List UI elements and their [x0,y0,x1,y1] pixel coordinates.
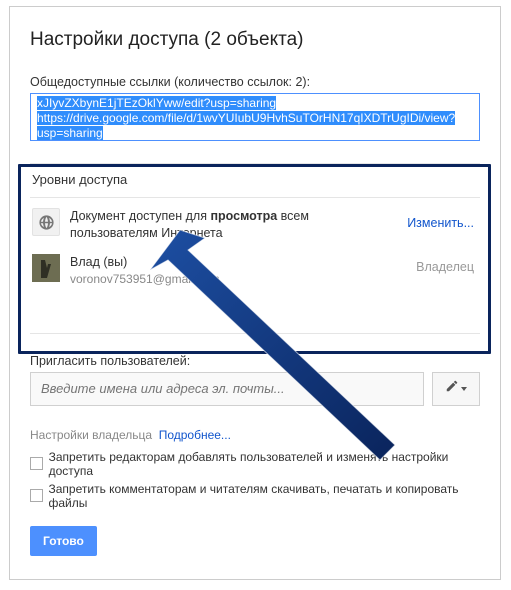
chevron-down-icon [461,387,467,391]
access-row-owner: Влад (вы) voronov753951@gmail.com Владел… [30,252,480,297]
owner-email: voronov753951@gmail.com [70,271,406,287]
checkbox-icon [30,457,43,470]
access-row-public-text: Документ доступен для просмотра всем пол… [70,208,397,242]
checkbox-icon [30,489,43,502]
avatar [32,254,60,282]
share-dialog: Настройки доступа (2 объекта) Общедоступ… [9,6,501,580]
invite-label: Пригласить пользователей: [30,354,480,368]
owner-role: Владелец [416,254,474,274]
globe-icon [32,208,60,236]
access-levels-heading: Уровни доступа [30,164,480,198]
permission-dropdown-button[interactable] [432,372,480,406]
pencil-icon [445,379,459,398]
checkbox-row-1[interactable]: Запретить редакторам добавлять пользоват… [30,448,480,480]
access-levels-section: Уровни доступа Документ доступен для про… [30,163,480,334]
access-row-public: Документ доступен для просмотра всем пол… [30,198,480,252]
checkbox-row-2[interactable]: Запретить комментаторам и читателям скач… [30,480,480,512]
public-links-textarea[interactable]: xJIyvZXbynE1jTEzOklYww/edit?usp=sharingh… [30,93,480,141]
checkbox-label-1: Запретить редакторам добавлять пользоват… [49,450,480,478]
dialog-title: Настройки доступа (2 объекта) [30,29,480,51]
access-row-owner-text: Влад (вы) voronov753951@gmail.com [70,254,406,287]
learn-more-link[interactable]: Подробнее... [159,428,231,442]
public-links-label: Общедоступные ссылки (количество ссылок:… [30,75,480,89]
checkbox-label-2: Запретить комментаторам и читателям скач… [49,482,481,510]
invite-block: Пригласить пользователей: [30,354,480,406]
change-access-link[interactable]: Изменить... [407,208,474,230]
done-button[interactable]: Готово [30,526,97,556]
invite-input[interactable] [30,372,424,406]
owner-settings-line: Настройки владельца Подробнее... [30,428,480,442]
owner-name: Влад (вы) [70,254,406,271]
